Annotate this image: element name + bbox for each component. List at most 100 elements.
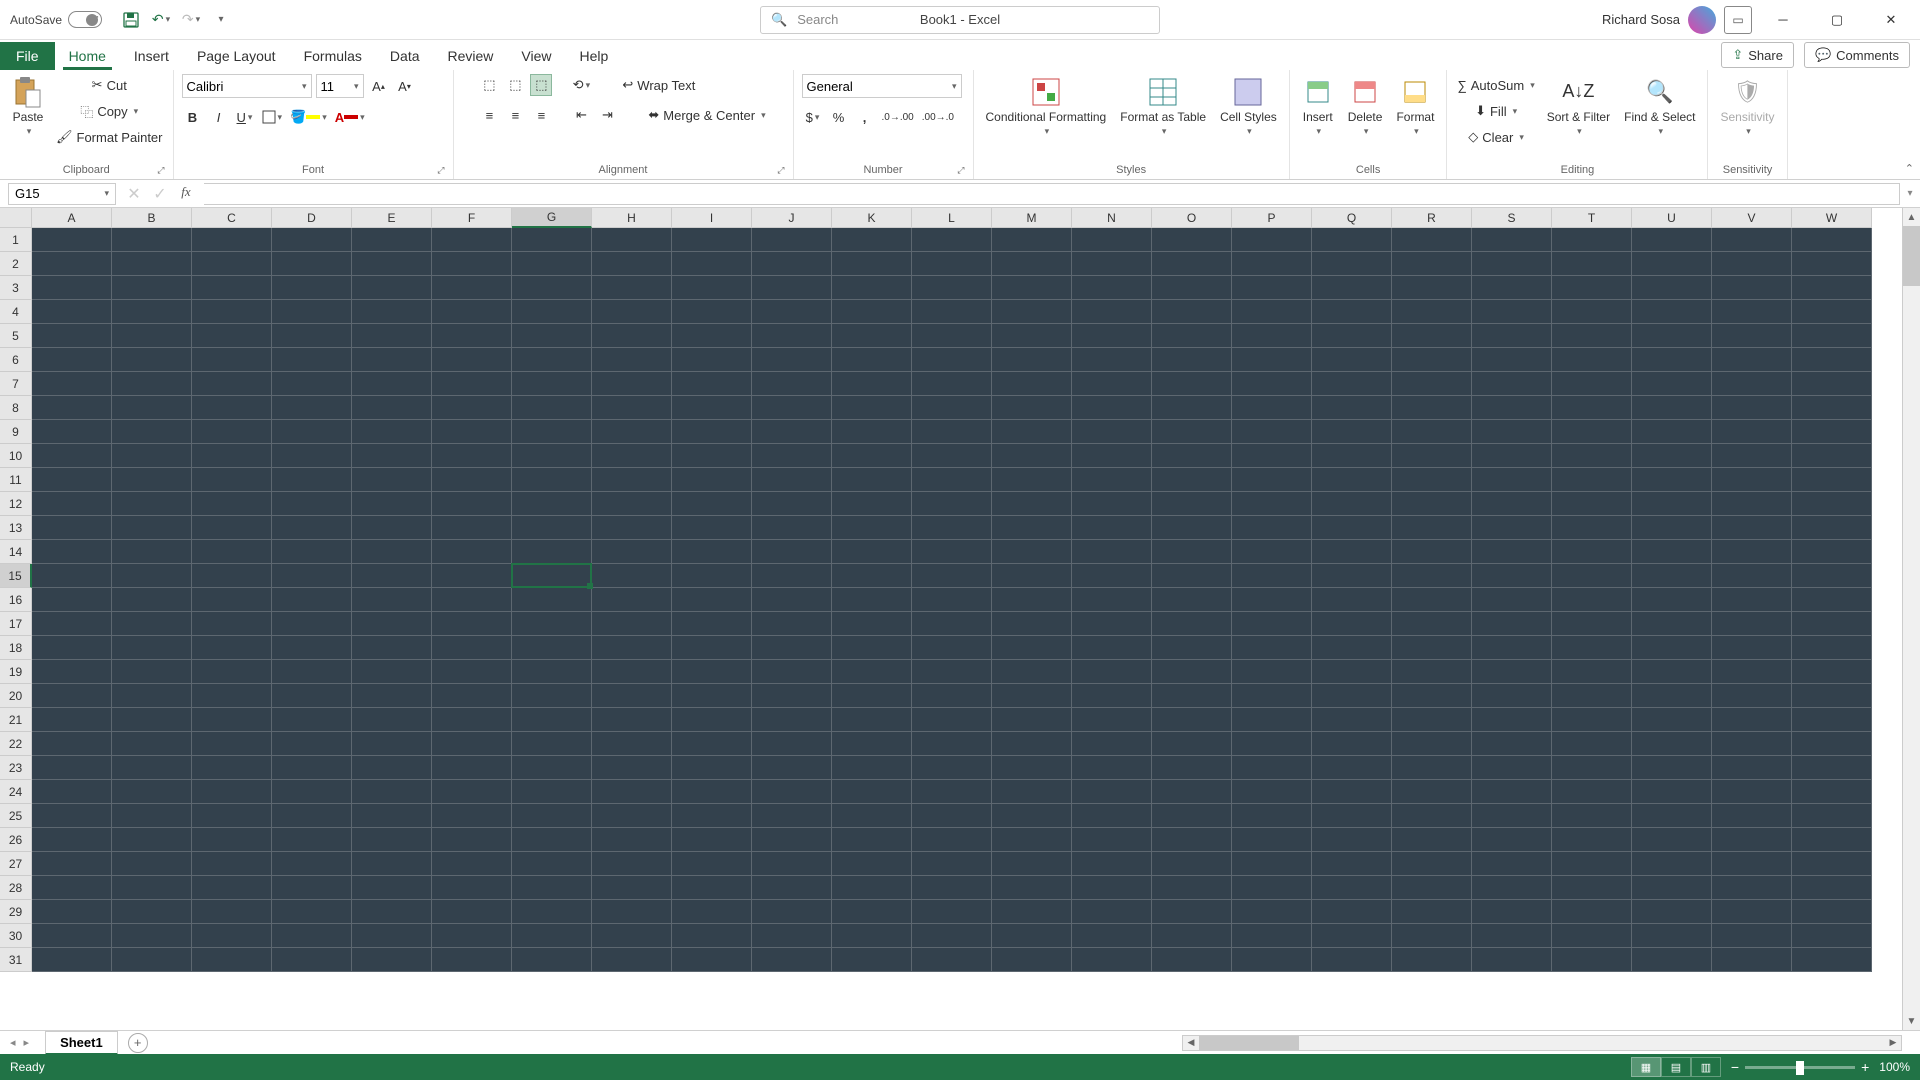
cell[interactable] bbox=[432, 564, 512, 588]
cell[interactable] bbox=[1792, 852, 1872, 876]
cell[interactable] bbox=[672, 564, 752, 588]
cell[interactable] bbox=[832, 708, 912, 732]
row-header[interactable]: 23 bbox=[0, 756, 32, 780]
cell[interactable] bbox=[592, 420, 672, 444]
cell[interactable] bbox=[1552, 948, 1632, 972]
cell[interactable] bbox=[752, 324, 832, 348]
cell[interactable] bbox=[1232, 684, 1312, 708]
cell[interactable] bbox=[832, 732, 912, 756]
cell[interactable] bbox=[1632, 900, 1712, 924]
cell[interactable] bbox=[1792, 804, 1872, 828]
row-header[interactable]: 28 bbox=[0, 876, 32, 900]
cell[interactable] bbox=[112, 732, 192, 756]
cell[interactable] bbox=[192, 636, 272, 660]
align-right-icon[interactable]: ≡ bbox=[530, 104, 552, 126]
cell[interactable] bbox=[512, 756, 592, 780]
cell[interactable] bbox=[112, 372, 192, 396]
cell[interactable] bbox=[112, 660, 192, 684]
cell[interactable] bbox=[1632, 780, 1712, 804]
user-avatar[interactable] bbox=[1688, 6, 1716, 34]
cell[interactable] bbox=[1712, 276, 1792, 300]
cell[interactable] bbox=[1632, 468, 1712, 492]
cell[interactable] bbox=[272, 588, 352, 612]
cell[interactable] bbox=[192, 612, 272, 636]
cell[interactable] bbox=[1232, 756, 1312, 780]
cell[interactable] bbox=[432, 732, 512, 756]
cell[interactable] bbox=[1552, 852, 1632, 876]
cell[interactable] bbox=[672, 708, 752, 732]
cell[interactable] bbox=[1312, 348, 1392, 372]
cell[interactable] bbox=[32, 420, 112, 444]
cell[interactable] bbox=[752, 468, 832, 492]
underline-button[interactable]: U▾ bbox=[234, 106, 256, 128]
cell[interactable] bbox=[592, 756, 672, 780]
cell[interactable] bbox=[672, 420, 752, 444]
cell[interactable] bbox=[912, 756, 992, 780]
cell[interactable] bbox=[1232, 444, 1312, 468]
cell[interactable] bbox=[1072, 660, 1152, 684]
cell[interactable] bbox=[1712, 780, 1792, 804]
orientation-button[interactable]: ⟲▾ bbox=[570, 74, 592, 96]
cell[interactable] bbox=[752, 876, 832, 900]
cell[interactable] bbox=[1472, 372, 1552, 396]
cell[interactable] bbox=[1232, 516, 1312, 540]
cell[interactable] bbox=[1152, 900, 1232, 924]
cell[interactable] bbox=[192, 732, 272, 756]
align-center-icon[interactable]: ≡ bbox=[504, 104, 526, 126]
cell[interactable] bbox=[432, 228, 512, 252]
cell[interactable] bbox=[1632, 660, 1712, 684]
cell[interactable] bbox=[752, 564, 832, 588]
cell[interactable] bbox=[1312, 252, 1392, 276]
column-header[interactable]: K bbox=[832, 208, 912, 228]
cell[interactable] bbox=[1472, 732, 1552, 756]
cell[interactable] bbox=[1552, 708, 1632, 732]
cell[interactable] bbox=[1472, 900, 1552, 924]
cell[interactable] bbox=[1552, 684, 1632, 708]
cell[interactable] bbox=[592, 324, 672, 348]
cell[interactable] bbox=[1312, 372, 1392, 396]
cell[interactable] bbox=[1712, 516, 1792, 540]
cell[interactable] bbox=[1632, 396, 1712, 420]
cell[interactable] bbox=[1792, 684, 1872, 708]
cell[interactable] bbox=[1552, 420, 1632, 444]
cell[interactable] bbox=[352, 300, 432, 324]
cell[interactable] bbox=[672, 660, 752, 684]
cell[interactable] bbox=[272, 804, 352, 828]
cell[interactable] bbox=[32, 252, 112, 276]
cell[interactable] bbox=[752, 852, 832, 876]
select-all-corner[interactable] bbox=[0, 208, 32, 228]
cell-styles-button[interactable]: Cell Styles▾ bbox=[1216, 74, 1281, 139]
cell[interactable] bbox=[1152, 660, 1232, 684]
cell[interactable] bbox=[1792, 348, 1872, 372]
cell[interactable] bbox=[32, 756, 112, 780]
cell[interactable] bbox=[1152, 516, 1232, 540]
cell[interactable] bbox=[512, 780, 592, 804]
cell[interactable] bbox=[512, 804, 592, 828]
cell[interactable] bbox=[1152, 468, 1232, 492]
cell[interactable] bbox=[32, 396, 112, 420]
cell[interactable] bbox=[912, 948, 992, 972]
cell[interactable] bbox=[272, 924, 352, 948]
borders-button[interactable]: ▾ bbox=[260, 106, 285, 128]
cell[interactable] bbox=[992, 828, 1072, 852]
cell[interactable] bbox=[832, 924, 912, 948]
cell[interactable] bbox=[1472, 228, 1552, 252]
cell[interactable] bbox=[1072, 732, 1152, 756]
cell[interactable] bbox=[192, 948, 272, 972]
cell[interactable] bbox=[112, 516, 192, 540]
cell[interactable] bbox=[1312, 396, 1392, 420]
cell[interactable] bbox=[1552, 612, 1632, 636]
cell[interactable] bbox=[112, 948, 192, 972]
cell[interactable] bbox=[832, 540, 912, 564]
cell[interactable] bbox=[672, 852, 752, 876]
cell[interactable] bbox=[1712, 252, 1792, 276]
cell[interactable] bbox=[592, 396, 672, 420]
cell[interactable] bbox=[1392, 708, 1472, 732]
font-dialog-icon[interactable]: ⤢ bbox=[437, 165, 444, 176]
cell[interactable] bbox=[1472, 660, 1552, 684]
cell[interactable] bbox=[1312, 948, 1392, 972]
cell[interactable] bbox=[1632, 516, 1712, 540]
cell[interactable] bbox=[1552, 324, 1632, 348]
fill-color-button[interactable]: 🪣▾ bbox=[288, 106, 329, 128]
cell[interactable] bbox=[1392, 564, 1472, 588]
